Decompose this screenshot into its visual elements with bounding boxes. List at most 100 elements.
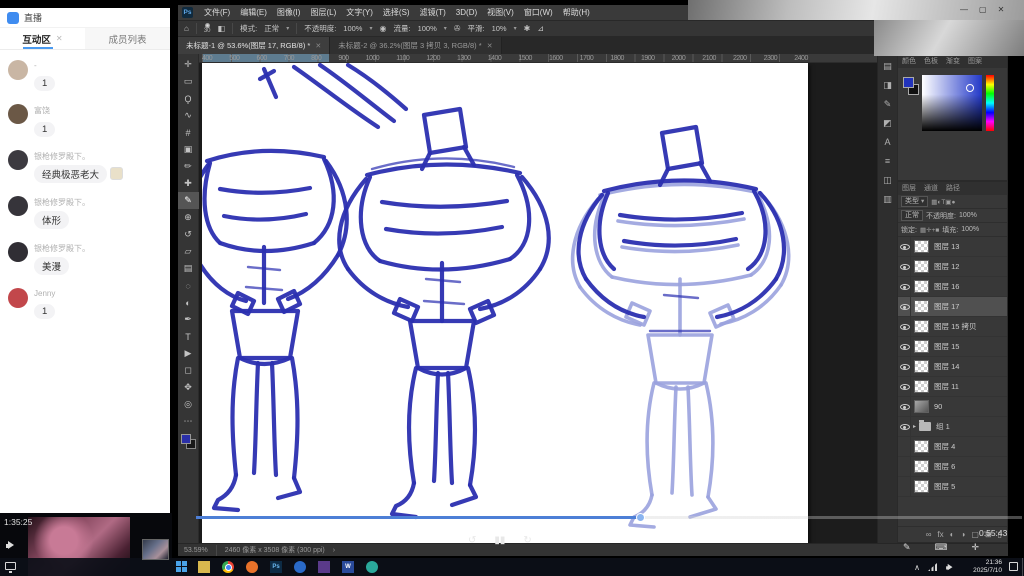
visibility-toggle[interactable] bbox=[898, 437, 911, 457]
visibility-toggle[interactable] bbox=[898, 297, 911, 317]
layer-row[interactable]: ▸ 图层 15 拷贝 bbox=[898, 317, 1007, 337]
layer-mask-icon[interactable]: ◐ bbox=[950, 531, 955, 539]
panel-tab[interactable]: 路径 bbox=[942, 182, 964, 195]
panel-tab[interactable]: 渐变 bbox=[942, 55, 964, 68]
taskbar-app-word[interactable]: W bbox=[342, 561, 354, 573]
tool-eraser[interactable]: ▱ bbox=[178, 243, 199, 260]
avatar[interactable] bbox=[8, 196, 28, 216]
close-icon[interactable]: ✕ bbox=[56, 34, 63, 43]
smoothing-value[interactable]: 10% bbox=[492, 24, 507, 33]
panel-tab[interactable]: 图案 bbox=[964, 55, 986, 68]
layer-row[interactable]: ▸ 图层 14 bbox=[898, 357, 1007, 377]
saturation-brightness-picker[interactable] bbox=[922, 75, 982, 131]
toggle-panel-icon[interactable]: ◧ bbox=[218, 24, 226, 33]
overlay-cursor-icon[interactable]: ✛ bbox=[972, 542, 980, 553]
filter-type-dropdown[interactable]: 类型 ▾ bbox=[901, 196, 928, 207]
blend-mode-dropdown[interactable]: 正常 bbox=[901, 210, 923, 221]
tab-member-list[interactable]: 成员列表 bbox=[85, 28, 170, 49]
tab-interaction[interactable]: 互动区 ✕ bbox=[0, 28, 85, 49]
volume-icon[interactable] bbox=[946, 563, 955, 570]
foreground-color-swatch[interactable] bbox=[903, 77, 914, 88]
visibility-toggle[interactable] bbox=[898, 277, 911, 297]
opacity-value[interactable]: 100% bbox=[343, 24, 362, 33]
lock-icon[interactable]: ■ bbox=[935, 227, 939, 234]
tool-history-brush[interactable]: ↺ bbox=[178, 226, 199, 243]
overlay-pen-icon[interactable]: ✎ bbox=[903, 542, 911, 553]
collapsed-panel-icon-8[interactable]: ▥ bbox=[883, 195, 892, 204]
close-icon[interactable]: ✕ bbox=[487, 42, 493, 50]
layer-row[interactable]: ▸ 图层 4 bbox=[898, 437, 1007, 457]
collapsed-panel-icon-2[interactable]: ◨ bbox=[883, 81, 892, 90]
chevron-down-icon[interactable]: ▾ bbox=[286, 25, 289, 32]
start-button[interactable] bbox=[176, 561, 187, 572]
floating-mini-window[interactable] bbox=[142, 539, 169, 560]
new-group-icon[interactable]: ▢ bbox=[971, 531, 979, 539]
layer-row[interactable]: ▸ 组 1 bbox=[898, 417, 1007, 437]
layer-row[interactable]: ▸ 图层 6 bbox=[898, 457, 1007, 477]
tool-marquee[interactable]: ▭ bbox=[178, 73, 199, 90]
zoom-level[interactable]: 53.59% bbox=[184, 547, 208, 554]
layer-row[interactable]: ▸ 图层 13 bbox=[898, 237, 1007, 257]
tool-zoom[interactable]: ◎ bbox=[178, 396, 199, 413]
visibility-toggle[interactable] bbox=[898, 397, 911, 417]
home-icon[interactable]: ⌂ bbox=[184, 24, 189, 33]
status-chevron-icon[interactable]: › bbox=[333, 547, 335, 554]
layer-effects-icon[interactable]: fx bbox=[937, 531, 943, 539]
display-icon[interactable] bbox=[5, 562, 16, 570]
menu-item[interactable]: 选择(S) bbox=[378, 5, 415, 20]
panel-tab[interactable]: 通道 bbox=[920, 182, 942, 195]
rewind-button[interactable]: ↺ bbox=[468, 535, 476, 546]
layer-row[interactable]: ▸ 90 bbox=[898, 397, 1007, 417]
menu-item[interactable]: 3D(D) bbox=[451, 5, 482, 20]
airbrush-icon[interactable]: ✇ bbox=[454, 24, 461, 33]
avatar[interactable] bbox=[8, 150, 28, 170]
layer-row[interactable]: ▸ 图层 11 bbox=[898, 377, 1007, 397]
visibility-toggle[interactable] bbox=[898, 417, 911, 437]
chevron-down-icon[interactable]: ▾ bbox=[369, 25, 372, 32]
brush-angle-icon[interactable]: ⊿ bbox=[537, 24, 544, 33]
hue-slider[interactable] bbox=[986, 75, 994, 131]
chevron-down-icon[interactable]: ▾ bbox=[444, 25, 447, 32]
panel-tab[interactable]: 颜色 bbox=[898, 55, 920, 68]
tool-dodge[interactable]: ◐ bbox=[178, 294, 199, 311]
visibility-toggle[interactable] bbox=[898, 357, 911, 377]
fill-value[interactable]: 100% bbox=[961, 226, 979, 233]
menu-item[interactable]: 编辑(E) bbox=[235, 5, 272, 20]
taskbar-app-edge[interactable] bbox=[294, 561, 306, 573]
taskbar-clock[interactable]: 21:36 2025/7/10 bbox=[973, 559, 1002, 575]
layer-row[interactable]: ▸ 图层 17 bbox=[898, 297, 1007, 317]
visibility-toggle[interactable] bbox=[898, 317, 911, 337]
avatar[interactable] bbox=[8, 60, 28, 80]
taskbar-app-firefox[interactable] bbox=[246, 561, 258, 573]
layer-opacity-value[interactable]: 100% bbox=[959, 212, 977, 219]
collapsed-panel-icon-6[interactable]: ≡ bbox=[885, 157, 890, 166]
tool-quick-select[interactable]: ∿ bbox=[178, 107, 199, 124]
taskbar-app-explorer[interactable] bbox=[198, 561, 210, 573]
collapsed-panel-icon-5[interactable]: A bbox=[884, 138, 890, 147]
link-layers-icon[interactable]: ∞ bbox=[926, 531, 932, 539]
panel-tab[interactable]: 图层 bbox=[898, 182, 920, 195]
pause-button[interactable]: ▮▮ bbox=[494, 535, 505, 546]
network-icon[interactable] bbox=[928, 563, 937, 571]
chevron-down-icon[interactable]: ▾ bbox=[514, 25, 517, 32]
menu-item[interactable]: 滤镜(T) bbox=[415, 5, 451, 20]
panel-fg-bg-swatches[interactable] bbox=[902, 75, 918, 131]
menu-item[interactable]: 视图(V) bbox=[482, 5, 519, 20]
collapsed-panel-icon-3[interactable]: ✎ bbox=[884, 100, 892, 109]
panel-tab[interactable]: 色板 bbox=[920, 55, 942, 68]
action-center-icon[interactable] bbox=[1009, 562, 1018, 571]
volume-icon[interactable] bbox=[6, 541, 17, 550]
visibility-toggle[interactable] bbox=[898, 457, 911, 477]
group-expand-icon[interactable]: ▸ bbox=[913, 423, 916, 430]
close-button[interactable]: ✕ bbox=[998, 6, 1005, 14]
flow-value[interactable]: 100% bbox=[418, 24, 437, 33]
collapsed-panel-icon-7[interactable]: ◫ bbox=[883, 176, 892, 185]
close-icon[interactable]: ✕ bbox=[315, 42, 321, 50]
tool-shape[interactable]: ◻ bbox=[178, 362, 199, 379]
menu-item[interactable]: 文字(Y) bbox=[341, 5, 378, 20]
collapsed-panel-icon-1[interactable]: ▤ bbox=[883, 62, 892, 71]
menu-item[interactable]: 图像(I) bbox=[272, 5, 306, 20]
taskbar-app-teal[interactable] bbox=[366, 561, 378, 573]
layer-row[interactable]: ▸ 图层 15 bbox=[898, 337, 1007, 357]
overlay-tablet-icon[interactable]: ⌨ bbox=[935, 542, 948, 553]
